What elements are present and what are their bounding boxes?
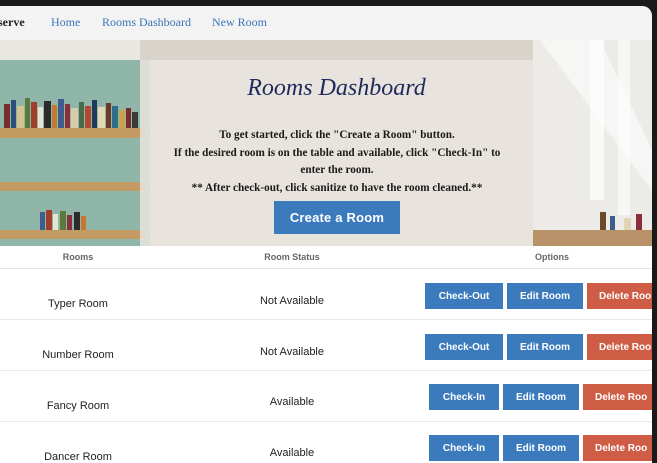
- create-room-button[interactable]: Create a Room: [274, 201, 400, 234]
- table-header: Rooms Room Status Options: [0, 246, 652, 269]
- header-room-status: Room Status: [264, 252, 320, 262]
- check-out-button[interactable]: Check-Out: [425, 283, 503, 309]
- instruction-line: If the desired room is on the table and …: [173, 146, 501, 159]
- check-in-button[interactable]: Check-In: [429, 384, 499, 410]
- delete-room-button[interactable]: Delete Roo: [587, 334, 652, 360]
- navbar: serve Home Rooms Dashboard New Room: [0, 6, 652, 41]
- instructions-text: To get started, click the "Create a Room…: [148, 127, 526, 197]
- table-row: Typer Room Not Available Check-Out Edit …: [0, 269, 652, 320]
- room-status: Available: [269, 396, 315, 408]
- delete-room-button[interactable]: Delete Roo: [587, 283, 652, 309]
- table-row: Dancer Room Available Check-In Edit Room…: [0, 422, 652, 463]
- room-status: Available: [269, 447, 315, 459]
- delete-room-button[interactable]: Delete Roo: [583, 384, 652, 410]
- table-row: Number Room Not Available Check-Out Edit…: [0, 320, 652, 371]
- room-name: Dancer Room: [44, 451, 112, 463]
- brand-logo[interactable]: serve: [0, 15, 25, 30]
- room-name: Number Room: [42, 349, 114, 361]
- instruction-line: enter the room.: [300, 164, 374, 176]
- browser-window: serve Home Rooms Dashboard New Room Room…: [0, 6, 652, 463]
- page-title: Rooms Dashboard: [247, 75, 426, 101]
- edit-room-button[interactable]: Edit Room: [503, 384, 579, 410]
- edit-room-button[interactable]: Edit Room: [507, 283, 583, 309]
- hero-banner: Rooms Dashboard To get started, click th…: [0, 40, 652, 246]
- room-name: Typer Room: [48, 298, 108, 310]
- check-in-button[interactable]: Check-In: [429, 435, 499, 461]
- nav-link-rooms-dashboard[interactable]: Rooms Dashboard: [102, 15, 191, 30]
- header-options: Options: [535, 252, 569, 262]
- edit-room-button[interactable]: Edit Room: [507, 334, 583, 360]
- room-name: Fancy Room: [46, 400, 110, 412]
- table-row: Fancy Room Available Check-In Edit Room …: [0, 371, 652, 422]
- nav-link-home[interactable]: Home: [51, 15, 80, 30]
- edit-room-button[interactable]: Edit Room: [503, 435, 579, 461]
- room-status: Not Available: [259, 346, 324, 358]
- check-out-button[interactable]: Check-Out: [425, 334, 503, 360]
- instruction-line: ** After check-out, click sanitize to ha…: [191, 181, 483, 194]
- nav-link-new-room[interactable]: New Room: [212, 15, 267, 30]
- room-status: Not Available: [259, 295, 324, 307]
- header-rooms: Rooms: [62, 252, 94, 262]
- delete-room-button[interactable]: Delete Roo: [583, 435, 652, 461]
- instruction-line: To get started, click the "Create a Room…: [219, 129, 455, 141]
